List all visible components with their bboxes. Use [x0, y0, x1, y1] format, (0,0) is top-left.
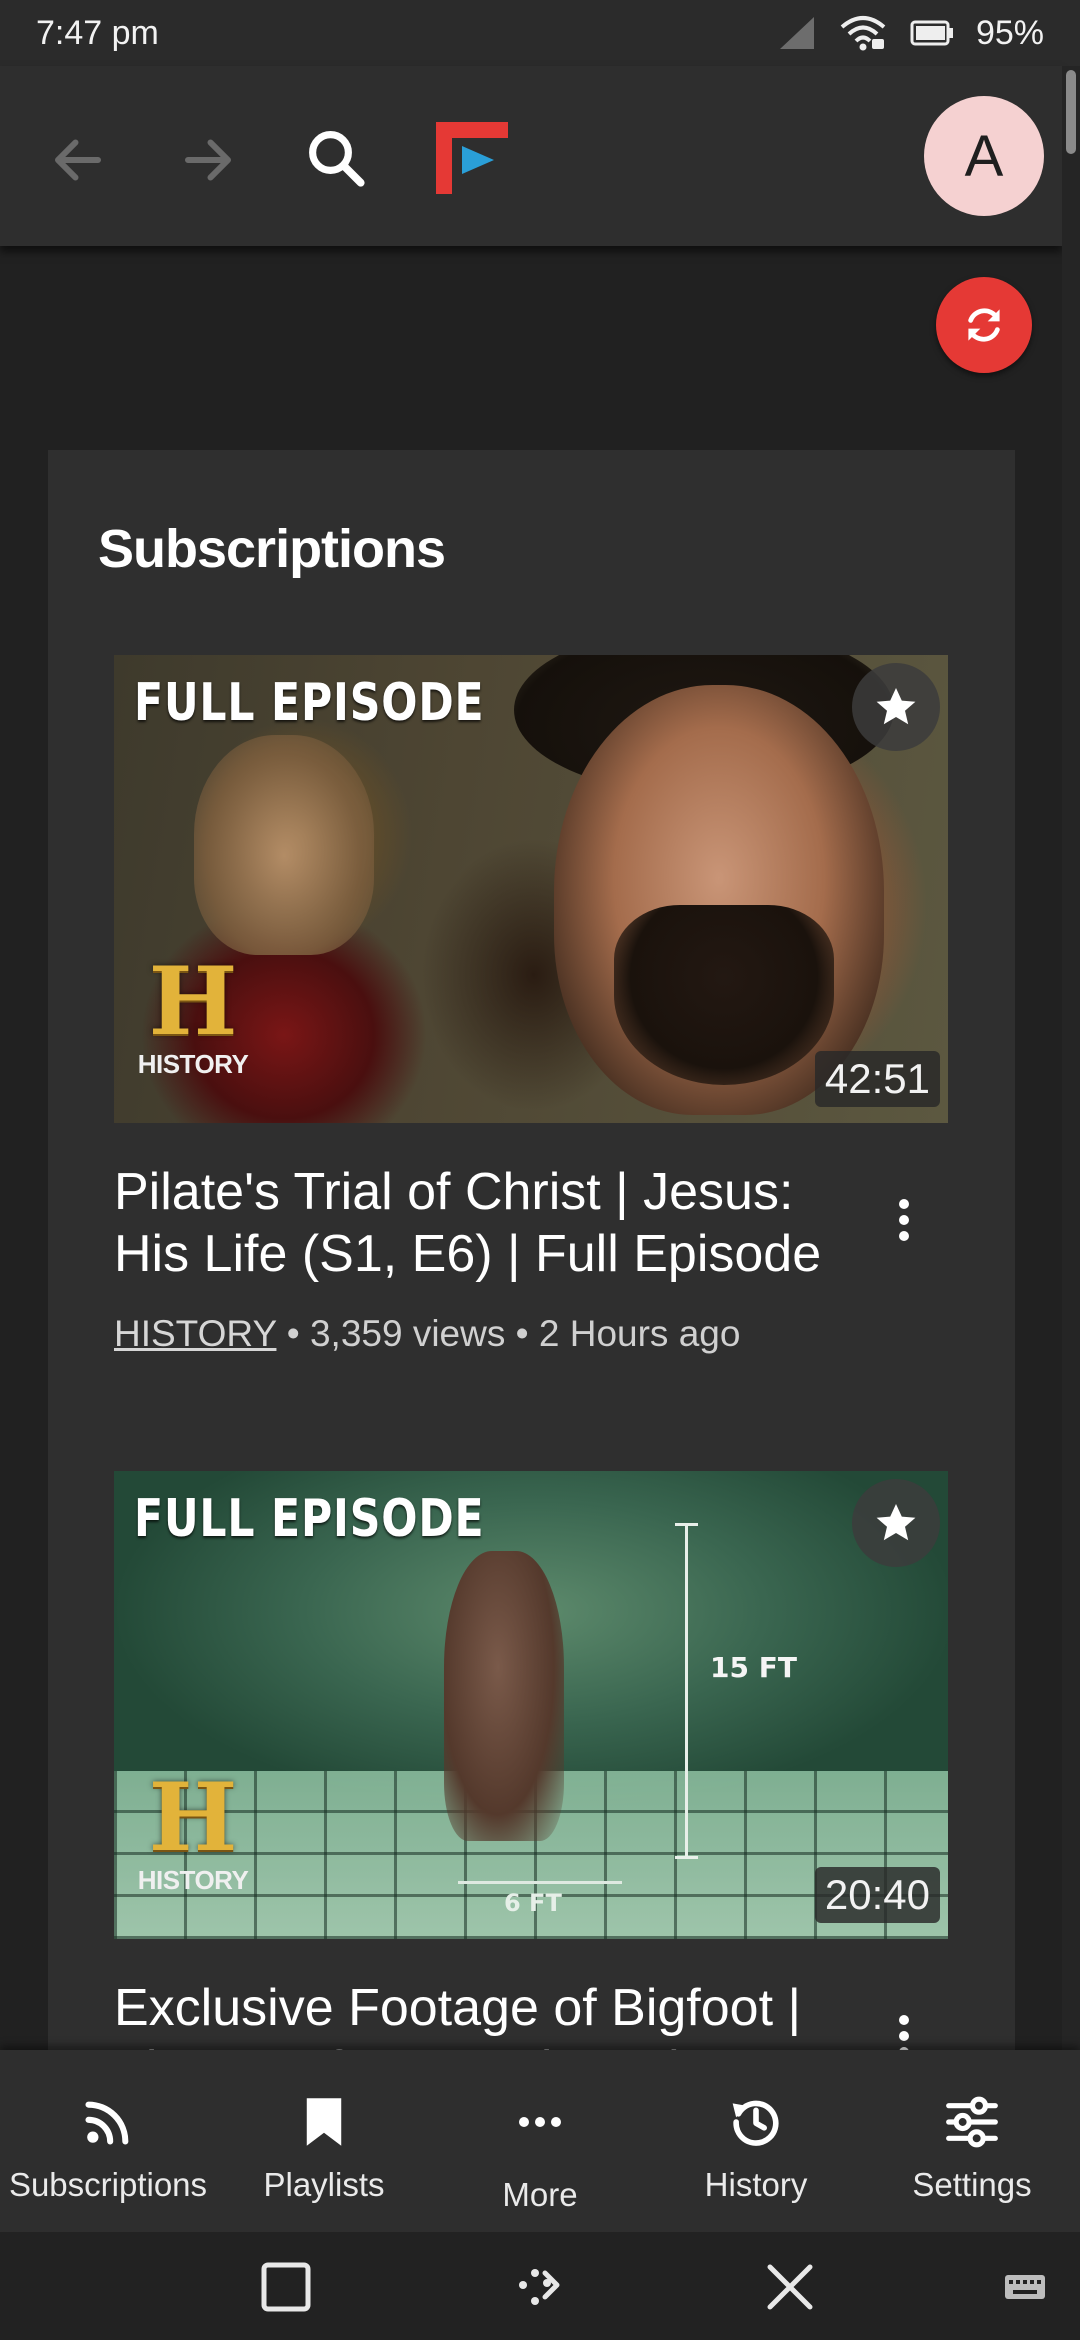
- back-arrow-icon: [55, 139, 101, 181]
- search-button[interactable]: [294, 116, 378, 200]
- meta-separator: •: [286, 1313, 310, 1354]
- search-icon: [309, 131, 365, 187]
- nav-playlists[interactable]: Playlists: [216, 2050, 432, 2232]
- height-measure-label: 15 FT: [710, 1651, 797, 1684]
- avatar-letter: A: [964, 123, 1004, 189]
- history-logo: H HISTORY: [137, 1763, 249, 1895]
- section-title: Subscriptions: [98, 519, 446, 579]
- nav-history[interactable]: History: [648, 2050, 864, 2232]
- status-time: 7:47 pm: [36, 13, 159, 52]
- video-item: FULL EPISODE H HISTORY 42:51 Pilate's Tr…: [114, 655, 948, 1354]
- star-icon: [876, 1504, 916, 1541]
- nav-label: Subscriptions: [8, 2166, 208, 2203]
- keyboard-button[interactable]: [990, 2252, 1060, 2322]
- subscriptions-card: Subscriptions FULL EPISODE H HISTORY 42:…: [48, 450, 1015, 2100]
- height-measure-line: [675, 1523, 698, 1859]
- video-options-button[interactable]: [874, 1175, 934, 1265]
- meta-separator: •: [515, 1313, 539, 1354]
- thumbnail-figure: [194, 735, 374, 955]
- battery-percent: 95%: [975, 13, 1044, 52]
- upload-age: 2 Hours ago: [538, 1313, 741, 1354]
- more-vertical-icon: [899, 1199, 909, 1241]
- video-title[interactable]: Pilate's Trial of Christ | Jesus: His Li…: [114, 1161, 834, 1285]
- freetube-logo-icon: [436, 122, 508, 194]
- forward-button[interactable]: [168, 120, 248, 200]
- home-dots-icon: [519, 2269, 560, 2305]
- video-duration: 20:40: [814, 1867, 940, 1923]
- bottom-navigation: Subscriptions Playlists More History Set…: [0, 2050, 1080, 2232]
- thumbnail-figure: [444, 1551, 564, 1841]
- thumbnail-episode-label: FULL EPISODE: [134, 1489, 485, 1549]
- rss-icon: [85, 2101, 129, 2145]
- system-navigation-bar: [0, 2232, 1080, 2340]
- keyboard-icon: [1005, 2275, 1045, 2299]
- video-thumbnail[interactable]: 15 FT 6 FT FULL EPISODE H HISTORY 20:40: [114, 1471, 948, 1939]
- freetube-logo[interactable]: [430, 116, 514, 200]
- top-app-bar: A: [0, 66, 1062, 246]
- width-measure-line: [458, 1881, 622, 1884]
- forward-arrow-icon: [185, 139, 231, 181]
- refresh-button[interactable]: [936, 277, 1032, 373]
- favorite-button[interactable]: [852, 663, 940, 751]
- width-measure-label: 6 FT: [504, 1889, 562, 1917]
- sliders-icon: [946, 2096, 998, 2148]
- back-button[interactable]: [38, 120, 118, 200]
- video-thumbnail[interactable]: FULL EPISODE H HISTORY 42:51: [114, 655, 948, 1123]
- thumbnail-episode-label: FULL EPISODE: [134, 673, 485, 733]
- status-bar: 7:47 pm 95%: [0, 0, 1080, 66]
- home-button[interactable]: [502, 2252, 572, 2322]
- page-scrollbar[interactable]: [1062, 66, 1080, 2050]
- refresh-icon: [968, 308, 1000, 342]
- video-duration: 42:51: [814, 1051, 940, 1107]
- history-icon: [732, 2100, 779, 2146]
- video-item: 15 FT 6 FT FULL EPISODE H HISTORY 20:40 …: [114, 1471, 948, 2099]
- history-logo: H HISTORY: [137, 947, 249, 1079]
- cell-signal-icon: [779, 17, 814, 49]
- video-meta: HISTORY • 3,359 views • 2 Hours ago: [114, 1313, 740, 1355]
- nav-more[interactable]: More: [432, 2050, 648, 2232]
- status-icons: 95%: [776, 13, 1044, 53]
- nav-settings[interactable]: Settings: [864, 2050, 1080, 2232]
- thumbnail-figure: [614, 905, 834, 1085]
- nav-label: Playlists: [263, 2166, 385, 2203]
- recents-button[interactable]: [251, 2252, 321, 2322]
- star-icon: [876, 688, 916, 725]
- close-button[interactable]: [755, 2252, 825, 2322]
- favorite-button[interactable]: [852, 1479, 940, 1567]
- battery-icon: [910, 20, 953, 46]
- more-horizontal-icon: [519, 2117, 561, 2127]
- nav-label: History: [704, 2166, 808, 2203]
- scrollbar-thumb[interactable]: [1066, 70, 1076, 154]
- nav-label: More: [502, 2176, 578, 2213]
- view-count: 3,359 views: [309, 1313, 506, 1354]
- channel-link[interactable]: HISTORY: [114, 1313, 276, 1354]
- nav-label: Settings: [912, 2166, 1032, 2203]
- nav-subscriptions[interactable]: Subscriptions: [0, 2050, 216, 2232]
- square-icon: [261, 2262, 311, 2312]
- close-icon: [767, 2264, 813, 2310]
- bookmark-icon: [306, 2098, 342, 2146]
- wifi-icon: [840, 16, 886, 51]
- profile-avatar[interactable]: A: [924, 96, 1044, 216]
